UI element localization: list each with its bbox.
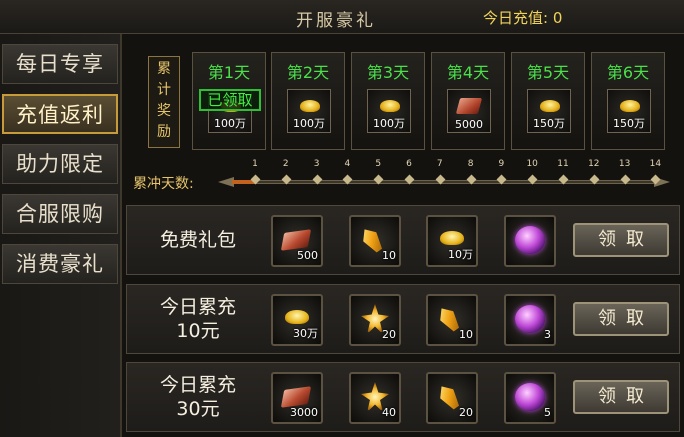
day-title: 第3天 xyxy=(366,63,410,82)
day-reward-slot[interactable]: 5000 xyxy=(447,89,491,133)
row-subtitle: 10元 xyxy=(176,320,220,342)
item-slot[interactable]: 40 xyxy=(349,372,401,424)
item-slot[interactable]: 10万 xyxy=(426,215,478,267)
row-title: 今日累充 xyxy=(159,296,236,318)
book-icon xyxy=(280,229,312,251)
day-title: 第6天 xyxy=(606,63,650,82)
progress-tick-label: 11 xyxy=(557,159,569,169)
sidebar-item-server-merge-shop[interactable]: 合服限购 xyxy=(2,194,118,234)
item-slot[interactable]: 5 xyxy=(504,372,556,424)
row-title: 免费礼包 xyxy=(159,229,236,251)
day-reward-amount: 100万 xyxy=(214,117,246,130)
day-reward-amount: 100万 xyxy=(293,117,325,130)
row-title: 今日累充 xyxy=(159,374,236,396)
row-subtitle: 30元 xyxy=(176,398,220,420)
day-reward-amount: 150万 xyxy=(533,117,565,130)
progress-tick-label: 10 xyxy=(526,159,538,169)
book-icon xyxy=(455,98,483,114)
progress-label: 累冲天数: xyxy=(133,176,194,192)
day-card-1[interactable]: 第1天 100万 已领取 xyxy=(192,52,266,150)
progress-tick-label: 3 xyxy=(313,159,320,169)
progress-tick-label: 1 xyxy=(252,159,258,169)
progress-tick-label: 9 xyxy=(498,159,505,169)
day-card-3[interactable]: 第3天 100万 xyxy=(351,52,425,150)
day-reward-slot[interactable]: 100万 xyxy=(367,89,411,133)
item-count: 10 xyxy=(459,328,473,341)
item-count: 10万 xyxy=(448,248,473,261)
day-reward-amount: 100万 xyxy=(373,117,405,130)
day-title: 第5天 xyxy=(526,63,570,82)
sidebar: 每日专享 充值返利 助力限定 合服限购 消费豪礼 xyxy=(0,34,122,437)
progress-tick-label: 2 xyxy=(282,159,289,169)
day-reward-amount: 5000 xyxy=(455,118,483,131)
cumulative-reward-label: 累计奖励 xyxy=(148,56,180,148)
book-icon xyxy=(280,386,312,408)
item-slot[interactable] xyxy=(504,215,556,267)
day-reward-amount: 150万 xyxy=(613,117,645,130)
reward-row-free-pack: 免费礼包 500 10 10万 领取 xyxy=(126,205,680,275)
day-reward-slot[interactable]: 150万 xyxy=(527,89,571,133)
day-card-2[interactable]: 第2天 100万 xyxy=(271,52,345,150)
item-count: 10 xyxy=(382,249,396,262)
ingot-icon xyxy=(540,100,560,112)
item-count: 20 xyxy=(459,406,473,419)
claim-button[interactable]: 领取 xyxy=(573,380,669,414)
top-bar: 开服豪礼 今日充值: 0 xyxy=(0,0,684,34)
item-slot[interactable]: 20 xyxy=(349,294,401,346)
item-slot[interactable]: 3000 xyxy=(271,372,323,424)
ingot-icon xyxy=(380,100,400,112)
item-count: 30万 xyxy=(293,327,318,340)
item-slot[interactable]: 3 xyxy=(504,294,556,346)
item-count: 5 xyxy=(544,406,551,419)
orb-icon xyxy=(515,305,545,333)
day-card-6[interactable]: 第6天 150万 xyxy=(591,52,665,150)
item-count: 3000 xyxy=(290,406,318,419)
item-slot[interactable]: 30万 xyxy=(271,294,323,346)
item-count: 20 xyxy=(382,328,396,341)
progress-tick-label: 13 xyxy=(618,159,631,169)
cumulative-reward-text: 累计奖励 xyxy=(157,61,171,140)
progress-tick-label: 7 xyxy=(436,159,443,169)
today-recharge-label: 今日充值: 0 xyxy=(483,9,563,27)
progress-tick-label: 12 xyxy=(588,159,600,169)
item-slot[interactable]: 10 xyxy=(426,294,478,346)
reward-row-recharge-30: 今日累充 30元 3000 40 20 5 领取 xyxy=(126,362,680,432)
item-count: 40 xyxy=(382,406,396,419)
page-title: 开服豪礼 xyxy=(296,11,376,31)
progress-tick-label: 4 xyxy=(344,159,351,169)
ingot-icon xyxy=(440,231,464,245)
claim-button[interactable]: 领取 xyxy=(573,302,669,336)
day-title: 第4天 xyxy=(446,63,490,82)
orb-icon xyxy=(515,226,545,254)
ingot-icon xyxy=(300,100,320,112)
reward-row-recharge-10: 今日累充 10元 30万 20 10 3 领取 xyxy=(126,284,680,354)
progress-tick-label: 8 xyxy=(467,159,474,169)
day-title: 第1天 xyxy=(207,63,251,82)
day-reward-slot[interactable]: 100万 xyxy=(287,89,331,133)
item-slot[interactable]: 20 xyxy=(426,372,478,424)
progress-tick-label: 14 xyxy=(649,159,662,169)
item-count: 3 xyxy=(544,328,551,341)
sidebar-item-daily-exclusive[interactable]: 每日专享 xyxy=(2,44,118,84)
sidebar-item-recharge-rebate[interactable]: 充值返利 xyxy=(2,94,118,134)
item-count: 500 xyxy=(297,249,318,262)
day-card-5[interactable]: 第5天 150万 xyxy=(511,52,585,150)
claimed-stamp: 已领取 xyxy=(199,89,261,111)
item-slot[interactable]: 10 xyxy=(349,215,401,267)
item-slot[interactable]: 500 xyxy=(271,215,323,267)
orb-icon xyxy=(515,383,545,411)
ingot-icon xyxy=(620,100,640,112)
day-reward-slot[interactable]: 150万 xyxy=(607,89,651,133)
claim-button[interactable]: 领取 xyxy=(573,223,669,257)
day-card-4[interactable]: 第4天 5000 xyxy=(431,52,505,150)
progress-tick-label: 6 xyxy=(406,159,412,169)
sidebar-item-spending-gift[interactable]: 消费豪礼 xyxy=(2,244,118,284)
day-title: 第2天 xyxy=(286,63,330,82)
sidebar-item-assist-limited[interactable]: 助力限定 xyxy=(2,144,118,184)
progress-tick-label: 5 xyxy=(375,159,382,169)
ingot-icon xyxy=(285,310,309,324)
